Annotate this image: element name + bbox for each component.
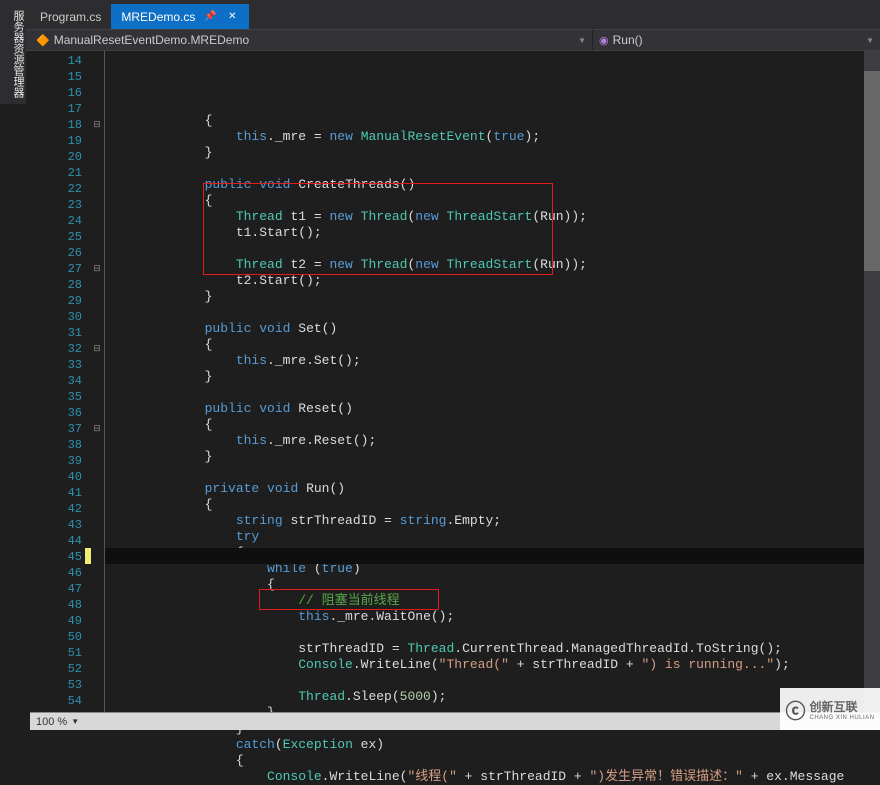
close-icon[interactable]: ✕ (225, 10, 239, 24)
breadcrumb-class-dropdown[interactable]: 🔶 ManualResetEventDemo.MREDemo ▼ (30, 30, 593, 50)
chevron-down-icon: ▼ (578, 36, 586, 45)
watermark-brand: 创新互联 (809, 698, 874, 715)
chevron-down-icon[interactable]: ▼ (71, 717, 79, 726)
side-toolbox[interactable]: 服务器资源管理器 工具箱 (0, 4, 26, 104)
tab-label: MREDemo.cs (121, 10, 195, 24)
zoom-level[interactable]: 100 % (36, 716, 67, 728)
watermark: ⓒ 创新互联 CHANG XIN HULIAN (780, 688, 880, 730)
edit-marker (85, 548, 91, 564)
watermark-logo: ⓒ (785, 695, 805, 724)
current-line-highlight (105, 548, 880, 564)
code-editor[interactable]: 1415161718192021222324252627282930313233… (30, 51, 880, 712)
tab-program-cs[interactable]: Program.cs (30, 4, 111, 29)
breadcrumb-method: Run() (613, 33, 643, 47)
class-icon: 🔶 (36, 34, 50, 47)
tab-label: Program.cs (40, 10, 101, 24)
fold-gutter[interactable]: ⊟⊟⊟⊟ (90, 51, 104, 712)
document-tabs: Program.cs MREDemo.cs 📌 ✕ (0, 4, 880, 29)
vertical-scrollbar[interactable] (864, 51, 880, 712)
tab-mredemo-cs[interactable]: MREDemo.cs 📌 ✕ (111, 4, 249, 29)
line-number-gutter: 1415161718192021222324252627282930313233… (30, 51, 90, 712)
server-explorer-tab[interactable]: 服务器资源管理器 (10, 8, 26, 100)
status-bar: 100 % ▼ (30, 712, 880, 730)
pin-icon[interactable]: 📌 (203, 10, 217, 24)
breadcrumb-class: ManualResetEventDemo.MREDemo (54, 33, 249, 47)
code-breadcrumb: 🔶 ManualResetEventDemo.MREDemo ▼ ◉ Run()… (0, 29, 880, 51)
method-icon: ◉ (599, 34, 609, 47)
watermark-sub: CHANG XIN HULIAN (809, 715, 874, 721)
breadcrumb-method-dropdown[interactable]: ◉ Run() ▼ (593, 33, 880, 47)
scrollbar-thumb[interactable] (864, 71, 880, 271)
chevron-down-icon: ▼ (866, 36, 874, 45)
code-content[interactable]: { this._mre = new ManualResetEvent(true)… (104, 51, 880, 712)
